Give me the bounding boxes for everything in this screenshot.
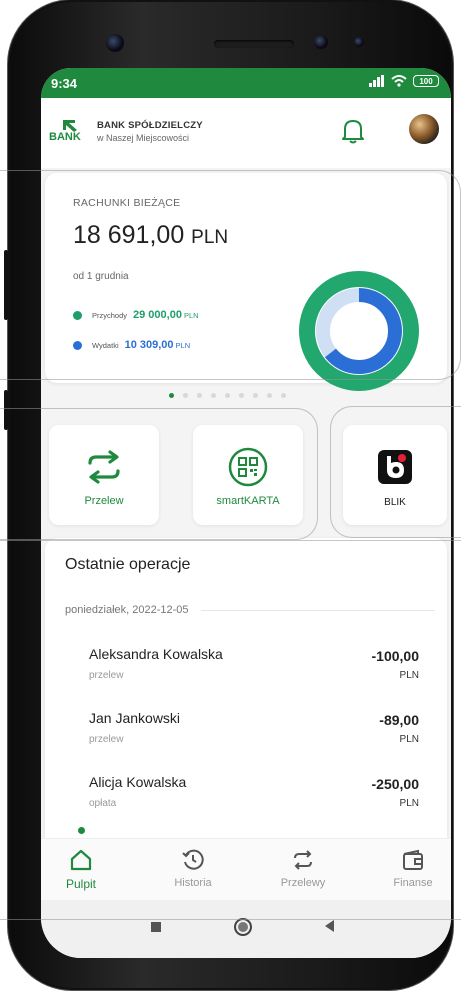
account-balance-currency: PLN bbox=[191, 227, 229, 248]
signal-icon bbox=[369, 75, 384, 87]
account-balance: 18 691,00 PLN bbox=[73, 221, 228, 250]
operation-type: przelew bbox=[89, 734, 124, 745]
nav-historia-label: Historia bbox=[174, 877, 212, 889]
nav-finanse-label: Finanse bbox=[393, 877, 433, 889]
income-amount: 29 000,00 bbox=[133, 309, 182, 321]
pager-dot[interactable] bbox=[225, 393, 230, 398]
transfer-arrows-icon bbox=[294, 850, 312, 870]
battery-level: 100 bbox=[419, 76, 433, 86]
income-label: Przychody bbox=[92, 310, 128, 320]
blik-tile[interactable]: BLIK bbox=[343, 425, 447, 525]
operation-counterparty: Aleksandra Kowalska bbox=[89, 646, 223, 662]
pager-dot[interactable] bbox=[281, 393, 286, 398]
operation-amount: -250,00 bbox=[371, 776, 419, 792]
balance-donut-chart bbox=[299, 271, 419, 391]
active-tab-indicator bbox=[78, 827, 85, 834]
recent-operations-title: Ostatnie operacje bbox=[65, 556, 191, 573]
operation-type: opłata bbox=[89, 798, 117, 809]
operation-type: przelew bbox=[89, 670, 124, 681]
smartkarta-tile-label: smartKARTA bbox=[216, 495, 280, 507]
income-dot bbox=[73, 310, 82, 320]
nav-przelewy[interactable]: Przelewy bbox=[263, 849, 343, 889]
avatar[interactable] bbox=[409, 114, 439, 144]
bank-logo-arrow-icon bbox=[63, 120, 77, 132]
qr-code-icon bbox=[228, 447, 268, 487]
smartkarta-tile[interactable]: smartKARTA bbox=[193, 425, 303, 525]
recent-apps-icon[interactable] bbox=[151, 922, 161, 932]
bottom-navigation: Pulpit Historia Przelewy Finanse bbox=[41, 827, 451, 900]
account-balance-value: 18 691,00 bbox=[73, 221, 185, 249]
expense-currency: PLN bbox=[175, 340, 191, 350]
transfer-tile-label: Przelew bbox=[84, 495, 124, 507]
power-button bbox=[4, 390, 8, 430]
nav-przelewy-label: Przelewy bbox=[280, 877, 326, 889]
pager-dot[interactable] bbox=[253, 393, 258, 398]
period-label: od 1 grudnia bbox=[73, 271, 129, 282]
operations-date-separator: poniedziałek, 2022-12-05 bbox=[65, 604, 435, 616]
operation-currency: PLN bbox=[399, 798, 419, 809]
volume-button bbox=[4, 250, 8, 320]
blik-tile-label: BLIK bbox=[384, 497, 406, 508]
front-camera bbox=[106, 34, 124, 52]
nav-pulpit[interactable]: Pulpit bbox=[41, 849, 121, 891]
date-divider bbox=[200, 609, 435, 611]
nav-finanse[interactable]: Finanse bbox=[373, 849, 451, 889]
bank-logo-text: BANK bbox=[49, 131, 81, 143]
operation-counterparty: Jan Jankowski bbox=[89, 710, 181, 726]
bank-name-line1: BANK SPÓŁDZIELCZY bbox=[97, 120, 203, 131]
app-header: BANK BANK SPÓŁDZIELCZY w Naszej Miejscow… bbox=[41, 98, 451, 168]
wifi-icon bbox=[391, 75, 407, 87]
bank-name: BANK SPÓŁDZIELCZY w Naszej Miejscowości bbox=[97, 120, 203, 144]
operation-currency: PLN bbox=[399, 734, 419, 745]
home-icon bbox=[70, 849, 92, 871]
transfer-tile[interactable]: Przelew bbox=[49, 425, 159, 525]
pager-dot[interactable] bbox=[211, 393, 216, 398]
transfer-arrows-icon bbox=[88, 450, 120, 484]
status-time: 9:34 bbox=[51, 76, 78, 91]
bell-icon[interactable] bbox=[341, 118, 365, 144]
bank-name-line2: w Naszej Miejscowości bbox=[97, 133, 190, 143]
operation-amount: -100,00 bbox=[371, 648, 419, 664]
nav-pulpit-label: Pulpit bbox=[65, 877, 97, 891]
income-legend: Przychody 29 000,00 PLN bbox=[73, 309, 199, 321]
pager-dot[interactable] bbox=[183, 393, 188, 398]
pager-dot[interactable] bbox=[239, 393, 244, 398]
operation-amount: -89,00 bbox=[379, 712, 419, 728]
system-navigation-bar bbox=[41, 900, 451, 958]
wallet-icon bbox=[403, 849, 423, 870]
phone-frame: 9:34 100 BANK BANK SPÓŁDZIELCZY w Naszej… bbox=[4, 0, 453, 990]
operation-currency: PLN bbox=[399, 670, 419, 681]
sensor-2 bbox=[354, 37, 364, 47]
earpiece-speaker bbox=[214, 40, 294, 48]
bank-logo: BANK bbox=[49, 118, 89, 143]
sensor-1 bbox=[314, 35, 328, 49]
operations-date: poniedziałek, 2022-12-05 bbox=[65, 604, 189, 616]
operation-counterparty: Alicja Kowalska bbox=[89, 774, 187, 790]
home-button-icon[interactable] bbox=[234, 918, 252, 936]
carousel-pager[interactable] bbox=[169, 393, 286, 398]
history-icon bbox=[182, 849, 204, 870]
pager-dot[interactable] bbox=[267, 393, 272, 398]
expense-label: Wydatki bbox=[92, 340, 119, 350]
account-summary-card[interactable]: RACHUNKI BIEŻĄCE 18 691,00 PLN od 1 grud… bbox=[45, 173, 447, 391]
recent-operations-card: Ostatnie operacje poniedziałek, 2022-12-… bbox=[45, 538, 447, 838]
pager-dot[interactable] bbox=[169, 393, 174, 398]
blik-logo-icon bbox=[378, 450, 412, 484]
expense-legend: Wydatki 10 309,00 PLN bbox=[73, 339, 190, 351]
battery-icon: 100 bbox=[413, 75, 439, 87]
nav-historia[interactable]: Historia bbox=[153, 849, 233, 889]
back-icon[interactable] bbox=[325, 920, 334, 932]
expense-amount: 10 309,00 bbox=[124, 339, 174, 351]
income-currency: PLN bbox=[183, 310, 199, 320]
pager-dot[interactable] bbox=[197, 393, 202, 398]
expense-dot bbox=[73, 340, 82, 350]
account-section-title: RACHUNKI BIEŻĄCE bbox=[73, 197, 181, 209]
status-bar: 9:34 100 bbox=[41, 68, 451, 98]
app-screen: 9:34 100 BANK BANK SPÓŁDZIELCZY w Naszej… bbox=[41, 68, 451, 958]
